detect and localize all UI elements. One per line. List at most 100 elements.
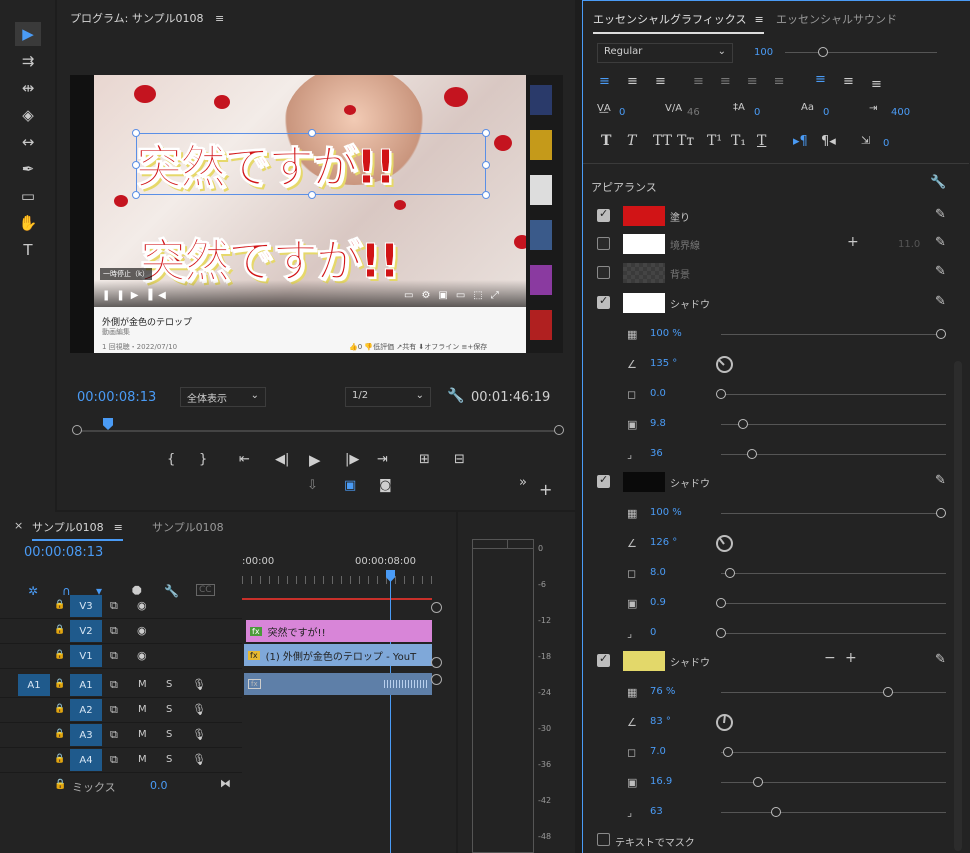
more-icon[interactable]: »	[519, 475, 527, 490]
sync-lock-icon[interactable]: ⧉	[110, 728, 118, 742]
tab-essential-graphics[interactable]: エッセンシャルグラフィックス ≡	[593, 11, 764, 34]
shadow2-blur-value[interactable]: 0	[650, 627, 656, 638]
shadow1-angle-value[interactable]: 135 °	[650, 358, 677, 369]
track-select-tool-icon[interactable]: ⇉	[15, 49, 41, 73]
appearance-wrench-icon[interactable]: 🔧	[930, 175, 946, 190]
mix-toggle-icon[interactable]: ⧓	[220, 777, 231, 790]
mix-value[interactable]: 0.0	[150, 779, 168, 792]
shadow3-blur-slider[interactable]	[721, 807, 946, 817]
tab-width-value[interactable]: 0	[883, 138, 889, 149]
align-right-icon[interactable]: ≡	[655, 74, 666, 89]
mic-icon[interactable]: 🎙	[192, 753, 206, 766]
hand-tool-icon[interactable]: ✋	[15, 211, 41, 235]
sync-lock-icon[interactable]: ⧉	[110, 624, 118, 638]
export-icon[interactable]: ⇩	[307, 478, 318, 493]
shadow2-size-value[interactable]: 0.9	[650, 597, 666, 608]
tab-essential-sound[interactable]: エッセンシャルサウンド	[776, 11, 897, 27]
v-scroll-knob-2[interactable]	[431, 657, 442, 668]
align-middle-icon[interactable]: ≡	[843, 74, 854, 89]
eyedropper-icon[interactable]: ✎	[935, 264, 946, 279]
eye-icon[interactable]: ◉	[137, 599, 147, 612]
shadow1-blur-slider[interactable]	[721, 449, 946, 459]
ripple-edit-tool-icon[interactable]: ⇹	[15, 76, 41, 100]
shadow2-checkbox[interactable]	[597, 473, 610, 488]
mic-icon[interactable]: 🎙	[192, 678, 206, 691]
lock-icon[interactable]: 🔒	[54, 779, 66, 790]
shadow3-checkbox[interactable]	[597, 652, 610, 667]
clip-video[interactable]: fx (1) 外側が金色のテロップ - YouT	[244, 644, 432, 666]
shadow2-distance-slider[interactable]	[721, 568, 946, 578]
shadow1-checkbox[interactable]	[597, 294, 610, 309]
v-scroll-knob[interactable]	[431, 602, 442, 613]
slip-tool-icon[interactable]: ↔	[15, 130, 41, 154]
shadow1-distance-value[interactable]: 0.0	[650, 388, 666, 399]
step-back-icon[interactable]: ◀|	[275, 452, 289, 467]
shadow2-blur-slider[interactable]	[716, 628, 946, 638]
shadow1-size-value[interactable]: 9.8	[650, 418, 666, 429]
close-icon[interactable]: ×	[14, 519, 23, 532]
remove-shadow-icon[interactable]: −	[824, 650, 836, 666]
program-playhead[interactable]	[103, 418, 113, 430]
panel-menu-icon[interactable]: ≡	[215, 12, 224, 25]
shadow3-distance-value[interactable]: 7.0	[650, 746, 666, 757]
shadow2-size-slider[interactable]	[716, 598, 946, 608]
lock-icon[interactable]: 🔒	[54, 729, 65, 739]
shadow3-angle-value[interactable]: 83 °	[650, 716, 671, 727]
superscript-icon[interactable]: T¹	[707, 133, 722, 149]
sync-lock-icon[interactable]: ⧉	[110, 599, 118, 613]
sync-lock-icon[interactable]: ⧉	[110, 703, 118, 717]
shadow1-blur-value[interactable]: 36	[650, 448, 663, 459]
shadow3-size-slider[interactable]	[721, 777, 946, 787]
shadow2-distance-value[interactable]: 8.0	[650, 567, 666, 578]
eye-icon[interactable]: ◉	[137, 649, 147, 662]
shadow3-opacity-value[interactable]: 76 %	[650, 686, 675, 697]
tab-sequence[interactable]: サンプル0108 ≡	[32, 519, 123, 541]
solo-button[interactable]: S	[166, 704, 172, 715]
shadow2-angle-value[interactable]: 126 °	[650, 537, 677, 548]
tracking-value[interactable]: 46	[687, 107, 700, 118]
shadow1-size-slider[interactable]	[721, 419, 946, 429]
leading-value[interactable]: 0	[754, 107, 760, 118]
kerning-value[interactable]: 0	[619, 107, 625, 118]
shadow1-distance-slider[interactable]	[716, 389, 946, 399]
video-preview[interactable]: 突然ですが!! 突然ですが!! 一時停止（k） ❚❚▶▐◀ ▭⚙▣▭⬚⤢ 外側が…	[70, 75, 563, 353]
sync-lock-icon[interactable]: ⧉	[110, 753, 118, 767]
align-top-icon[interactable]: ≡	[815, 72, 826, 87]
baseline-value[interactable]: 0	[823, 107, 829, 118]
solo-button[interactable]: S	[166, 754, 172, 765]
add-shadow-icon[interactable]: +	[845, 650, 857, 666]
shadow3-swatch[interactable]	[623, 651, 665, 671]
all-caps-icon[interactable]: TT	[653, 133, 672, 149]
mic-icon[interactable]: 🎙	[192, 728, 206, 741]
shadow2-opacity-value[interactable]: 100 %	[650, 507, 682, 518]
shadow2-swatch[interactable]	[623, 472, 665, 492]
small-caps-icon[interactable]: Tт	[677, 133, 694, 149]
text-selection-box[interactable]	[132, 129, 490, 199]
type-tool-icon[interactable]: T	[15, 238, 41, 262]
timeline-timecode[interactable]: 00:00:08:13	[24, 545, 103, 560]
lock-icon[interactable]: 🔒	[54, 679, 65, 689]
shadow3-blur-value[interactable]: 63	[650, 806, 663, 817]
mask-checkbox[interactable]	[597, 833, 610, 846]
shadow3-angle-dial[interactable]	[716, 714, 733, 731]
mute-button[interactable]: M	[138, 704, 147, 715]
go-to-out-icon[interactable]: ⇥	[377, 452, 388, 467]
fill-swatch[interactable]	[623, 206, 665, 226]
shadow1-opacity-value[interactable]: 100 %	[650, 328, 682, 339]
eyedropper-icon[interactable]: ✎	[935, 294, 946, 309]
clip-graphic[interactable]: fx 突然ですが!!	[246, 620, 432, 642]
solo-button[interactable]: S	[166, 679, 172, 690]
subscript-icon[interactable]: T₁	[731, 133, 746, 149]
faux-italic-icon[interactable]: T	[627, 133, 636, 149]
mark-in-icon[interactable]: {	[167, 452, 175, 467]
comparison-view-icon[interactable]: ▣	[344, 478, 356, 493]
track-target-a3[interactable]: A3	[70, 724, 102, 746]
fit-select[interactable]: 全体表示 ⌄	[180, 387, 266, 407]
mic-icon[interactable]: 🎙	[192, 703, 206, 716]
faux-bold-icon[interactable]: T	[601, 133, 611, 149]
add-button-icon[interactable]: +	[539, 480, 552, 499]
background-checkbox[interactable]	[597, 266, 610, 279]
selection-tool-icon[interactable]: ▶	[15, 22, 41, 46]
solo-button[interactable]: S	[166, 729, 172, 740]
align-center-icon[interactable]: ≡	[627, 74, 638, 89]
